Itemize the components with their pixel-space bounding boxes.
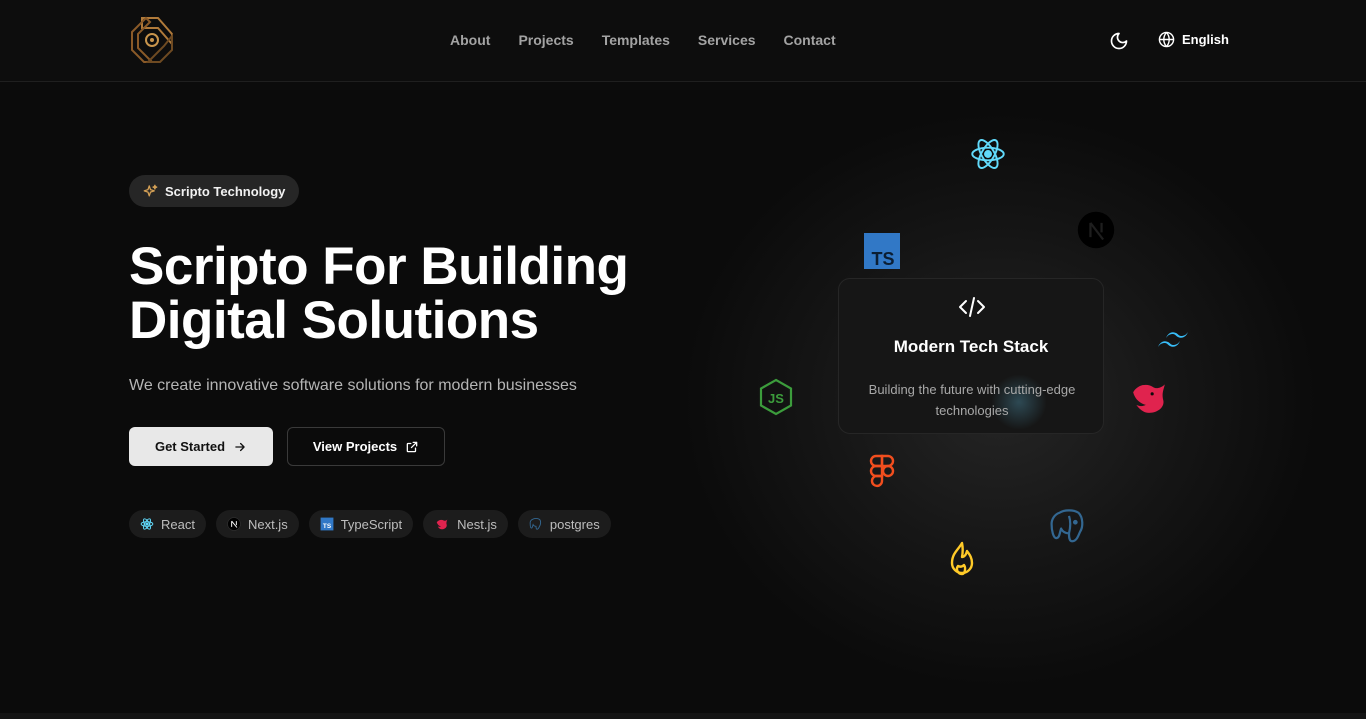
- language-selector[interactable]: English: [1158, 31, 1229, 48]
- chip-postgres[interactable]: postgres: [517, 510, 611, 538]
- site-header: About Projects Templates Services Contac…: [0, 0, 1366, 82]
- chip-react-label: React: [161, 516, 195, 532]
- postgres-icon: [1050, 509, 1084, 543]
- sparkles-icon: [143, 184, 158, 196]
- view-projects-button[interactable]: View Projects: [287, 427, 445, 466]
- language-label: English: [1182, 32, 1229, 47]
- tech-chips: React Next.js TS TypeScript Nest.js post…: [129, 510, 611, 538]
- figma-icon: [869, 454, 895, 488]
- view-projects-label: View Projects: [312, 439, 398, 454]
- nav-services[interactable]: Services: [698, 32, 756, 48]
- tech-stack-card: Modern Tech Stack Building the future wi…: [838, 278, 1104, 434]
- get-started-button[interactable]: Get Started: [129, 427, 273, 466]
- postgres-icon: [529, 517, 541, 530]
- nav-about[interactable]: About: [450, 32, 490, 48]
- chip-typescript[interactable]: TS TypeScript: [308, 510, 414, 538]
- nestjs-icon: [436, 519, 448, 530]
- chip-postgres-label: postgres: [549, 516, 600, 532]
- chip-nextjs-label: Next.js: [247, 516, 288, 532]
- brand-logo[interactable]: [128, 14, 176, 66]
- nav-projects[interactable]: Projects: [518, 32, 573, 48]
- svg-text:TS: TS: [871, 249, 894, 269]
- arrow-right-icon: [235, 442, 245, 451]
- typescript-icon: TS: [864, 233, 900, 269]
- card-description: Building the future with cutting-edge te…: [868, 382, 1076, 418]
- typescript-icon: TS: [320, 517, 334, 531]
- chip-react[interactable]: React: [129, 510, 206, 538]
- firebase-icon: [950, 541, 974, 576]
- code-icon: [959, 297, 985, 317]
- theme-toggle-button[interactable]: [1109, 31, 1129, 51]
- hero-badge: Scripto Technology: [129, 175, 300, 207]
- svg-text:JS: JS: [768, 391, 784, 406]
- nextjs-icon: [227, 517, 241, 531]
- chip-nestjs-label: Nest.js: [457, 516, 497, 532]
- moon-icon: [1110, 32, 1128, 50]
- main-nav: About Projects Templates Services Contac…: [450, 32, 836, 48]
- hero-subtitle: We create innovative software solutions …: [129, 377, 577, 394]
- section-divider: [0, 713, 1366, 719]
- chip-nestjs[interactable]: Nest.js: [423, 510, 508, 538]
- hero-title-line2: Digital Solutions: [129, 291, 539, 350]
- badge-label: Scripto Technology: [165, 183, 286, 199]
- tailwind-icon: [1158, 332, 1188, 347]
- hero-title: Scripto For Building Digital Solutions: [129, 240, 749, 348]
- nav-templates[interactable]: Templates: [602, 32, 670, 48]
- nav-contact[interactable]: Contact: [784, 32, 836, 48]
- get-started-label: Get Started: [154, 439, 226, 454]
- chip-typescript-label: TypeScript: [340, 516, 403, 532]
- nextjs-icon: [1077, 211, 1115, 249]
- nodejs-icon: JS: [759, 378, 793, 416]
- globe-icon: [1158, 31, 1175, 48]
- external-link-icon: [406, 441, 418, 452]
- react-icon: [140, 518, 154, 530]
- nestjs-icon: [1133, 384, 1165, 413]
- svg-text:TS: TS: [323, 523, 332, 530]
- card-title: Modern Tech Stack: [893, 337, 1049, 356]
- react-icon: [971, 139, 1005, 169]
- chip-nextjs[interactable]: Next.js: [215, 510, 299, 538]
- hero-title-line1: Scripto For Building: [129, 237, 629, 296]
